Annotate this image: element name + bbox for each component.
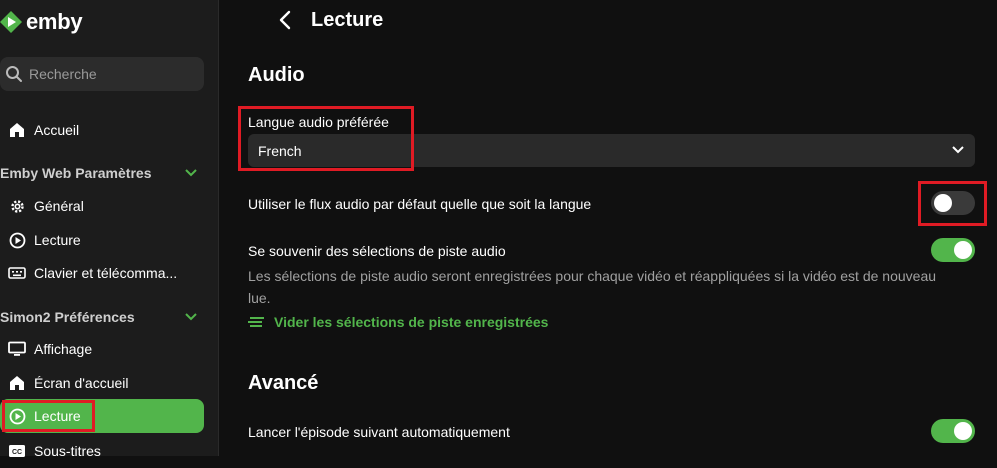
sidebar-item-playback-web[interactable]: Lecture xyxy=(0,223,204,257)
section-emby-web-settings[interactable]: Emby Web Paramètres xyxy=(0,163,204,183)
emby-logo[interactable]: emby xyxy=(0,8,83,36)
sidebar-item-label: Accueil xyxy=(34,122,80,138)
remember-tracks-toggle[interactable] xyxy=(931,238,975,262)
logo-text: emby xyxy=(26,9,83,34)
link-label: Vider les sélections de piste enregistré… xyxy=(274,314,549,330)
chevron-down-icon xyxy=(184,168,198,178)
audio-language-label: Langue audio préférée xyxy=(248,114,389,130)
list-lines-icon xyxy=(248,316,264,328)
sidebar-item-label: Lecture xyxy=(34,232,81,248)
sidebar-item-label: Lecture xyxy=(34,408,81,424)
play-circle-icon xyxy=(8,407,26,425)
sidebar-item-home[interactable]: Accueil xyxy=(0,113,204,147)
remember-tracks-description: Les sélections de piste audio seront enr… xyxy=(248,268,937,306)
section-heading-advanced: Avancé xyxy=(248,372,319,394)
section-title: Simon2 Préférences xyxy=(0,309,135,325)
clear-track-selections-link[interactable]: Vider les sélections de piste enregistré… xyxy=(248,314,548,330)
sidebar-item-home-screen[interactable]: Écran d'accueil xyxy=(0,366,204,400)
home-icon xyxy=(8,121,26,139)
autoplay-next-label: Lancer l'épisode suivant automatiquement xyxy=(248,424,510,440)
search-input[interactable] xyxy=(29,66,189,82)
default-stream-label: Utiliser le flux audio par défaut quelle… xyxy=(248,196,592,212)
back-button[interactable] xyxy=(271,8,299,36)
sidebar-item-label: Écran d'accueil xyxy=(34,375,129,391)
sidebar-item-label: Clavier et télécomma... xyxy=(34,265,178,281)
audio-language-select[interactable]: French xyxy=(248,134,975,167)
search-icon xyxy=(5,65,23,83)
section-user-preferences[interactable]: Simon2 Préférences xyxy=(0,307,204,327)
sidebar-item-keyboard[interactable]: Clavier et télécomma... xyxy=(0,256,204,290)
search-box[interactable] xyxy=(0,57,204,91)
sidebar-item-subtitles[interactable]: CC Sous-titres xyxy=(0,434,204,468)
closed-captions-icon: CC xyxy=(8,442,26,460)
chevron-down-icon xyxy=(184,312,198,322)
sidebar-item-display[interactable]: Affichage xyxy=(0,332,204,366)
chevron-left-icon xyxy=(278,10,292,35)
home-icon xyxy=(8,374,26,392)
chevron-down-icon xyxy=(951,142,965,160)
sidebar-item-general[interactable]: Général xyxy=(0,189,204,223)
remember-tracks-label: Se souvenir des sélections de piste audi… xyxy=(248,243,506,259)
play-circle-icon xyxy=(8,231,26,249)
section-title: Emby Web Paramètres xyxy=(0,165,152,181)
sidebar-item-label: Général xyxy=(34,198,84,214)
svg-text:CC: CC xyxy=(12,449,22,456)
toggle-knob xyxy=(954,422,972,440)
default-stream-toggle[interactable] xyxy=(931,191,975,215)
toggle-knob xyxy=(934,194,952,212)
sidebar-item-playback[interactable]: Lecture xyxy=(0,399,204,433)
sidebar: emby Accueil Emby Web Paramètres Général… xyxy=(0,0,219,459)
gear-icon xyxy=(8,197,26,215)
autoplay-next-toggle[interactable] xyxy=(931,419,975,443)
main-content: Lecture Audio Langue audio préférée Fren… xyxy=(219,0,997,456)
audio-language-value: French xyxy=(258,142,302,159)
toggle-knob xyxy=(954,241,972,259)
emby-logo-icon xyxy=(0,11,22,33)
page-title: Lecture xyxy=(311,9,384,31)
sidebar-item-label: Affichage xyxy=(34,341,93,357)
keyboard-icon xyxy=(8,264,26,282)
monitor-icon xyxy=(8,340,26,358)
section-heading-audio: Audio xyxy=(248,64,305,86)
sidebar-item-label: Sous-titres xyxy=(34,443,101,459)
